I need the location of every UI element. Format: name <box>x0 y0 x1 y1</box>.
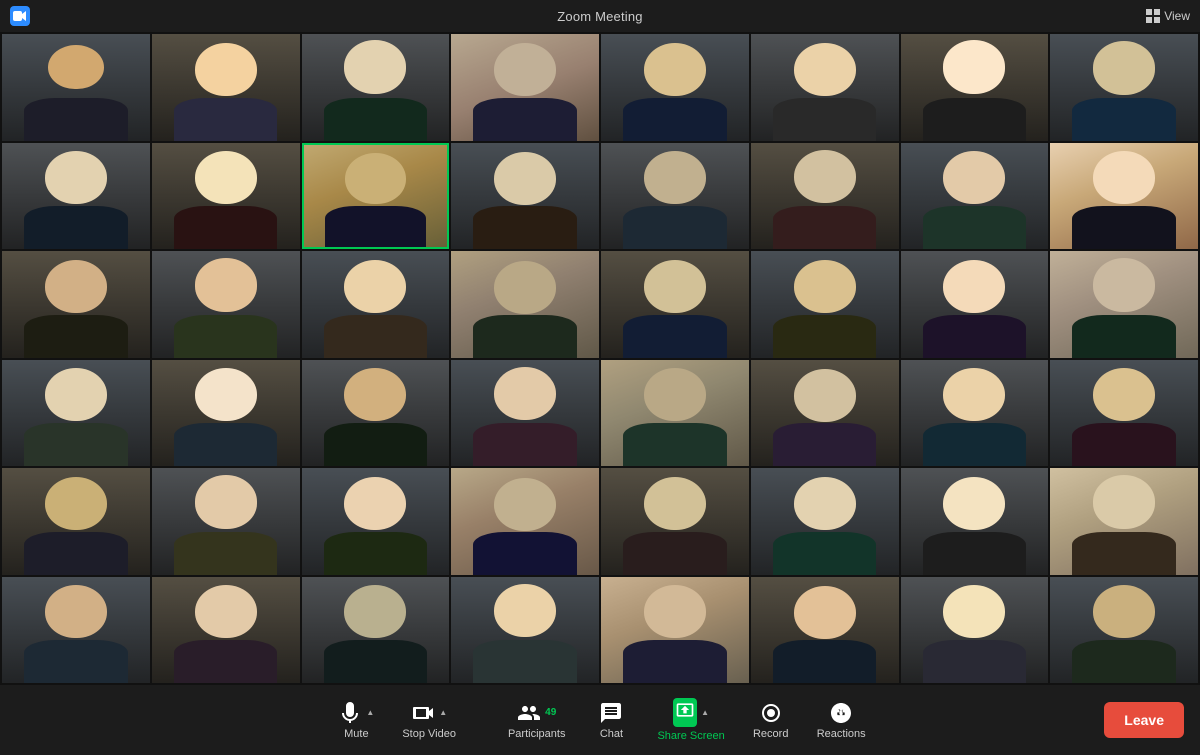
video-cell[interactable] <box>451 251 599 358</box>
stop-video-icon-wrap: ▲ <box>411 701 447 725</box>
video-cell[interactable] <box>302 34 450 141</box>
video-cell[interactable] <box>451 34 599 141</box>
stop-video-label: Stop Video <box>402 728 456 740</box>
video-cell[interactable] <box>302 577 450 684</box>
video-cell[interactable] <box>451 360 599 467</box>
video-cell[interactable] <box>601 577 749 684</box>
toolbar: ▲ Mute ▲ Stop Video 49 Participants <box>0 685 1200 755</box>
video-cell[interactable] <box>152 577 300 684</box>
meeting-title: Zoom Meeting <box>557 9 643 24</box>
video-cell[interactable] <box>2 577 150 684</box>
video-cell[interactable] <box>751 468 899 575</box>
chat-icon <box>599 701 623 725</box>
video-cell[interactable] <box>1050 251 1198 358</box>
video-cell[interactable] <box>751 577 899 684</box>
share-screen-button[interactable]: ▲ Share Screen <box>649 690 732 750</box>
participants-count: 49 <box>545 707 556 718</box>
participants-label: Participants <box>508 728 565 740</box>
record-label: Record <box>753 728 788 740</box>
video-cell[interactable] <box>751 34 899 141</box>
video-grid <box>0 32 1200 685</box>
reactions-label: Reactions <box>817 728 866 740</box>
video-cell[interactable] <box>751 360 899 467</box>
video-cell[interactable] <box>601 468 749 575</box>
view-button[interactable]: View <box>1146 9 1190 23</box>
video-cell[interactable] <box>1050 360 1198 467</box>
video-cell[interactable] <box>2 251 150 358</box>
stop-video-caret-icon: ▲ <box>439 708 447 717</box>
titlebar: Zoom Meeting View <box>0 0 1200 32</box>
share-screen-icon-wrap: ▲ <box>673 698 709 727</box>
reactions-button[interactable]: Reactions <box>809 690 874 750</box>
microphone-icon <box>338 701 362 725</box>
record-icon <box>759 701 783 725</box>
mute-label: Mute <box>344 728 368 740</box>
video-cell[interactable] <box>901 143 1049 250</box>
video-cell[interactable] <box>2 360 150 467</box>
participants-icon-wrap: 49 <box>517 701 556 725</box>
video-cell[interactable] <box>451 577 599 684</box>
video-cell[interactable] <box>751 143 899 250</box>
zoom-logo-icon <box>10 6 30 26</box>
mute-icon-wrap: ▲ <box>338 701 374 725</box>
video-cell[interactable] <box>451 143 599 250</box>
mute-button[interactable]: ▲ Mute <box>326 690 386 750</box>
mute-caret-icon: ▲ <box>366 708 374 717</box>
share-screen-label: Share Screen <box>657 730 724 742</box>
video-cell[interactable] <box>2 34 150 141</box>
share-screen-icon-bg <box>673 698 697 727</box>
video-cell[interactable] <box>901 468 1049 575</box>
record-button[interactable]: Record <box>741 690 801 750</box>
video-cell[interactable] <box>1050 34 1198 141</box>
video-cell[interactable] <box>152 34 300 141</box>
chat-icon-wrap <box>599 701 623 725</box>
video-cell[interactable] <box>451 468 599 575</box>
chat-label: Chat <box>600 728 623 740</box>
video-cell[interactable] <box>302 251 450 358</box>
participants-button[interactable]: 49 Participants <box>500 690 573 750</box>
video-cell[interactable] <box>901 360 1049 467</box>
video-cell[interactable] <box>302 468 450 575</box>
video-cell[interactable] <box>601 34 749 141</box>
share-screen-caret-icon: ▲ <box>701 708 709 717</box>
video-cell[interactable] <box>1050 143 1198 250</box>
view-label: View <box>1164 9 1190 23</box>
participants-icon <box>517 701 541 725</box>
video-cell[interactable] <box>152 468 300 575</box>
video-cell[interactable] <box>1050 577 1198 684</box>
video-cell[interactable] <box>2 143 150 250</box>
video-cell[interactable] <box>601 251 749 358</box>
chat-button[interactable]: Chat <box>581 690 641 750</box>
video-cell[interactable] <box>901 251 1049 358</box>
reactions-icon <box>829 701 853 725</box>
video-cell[interactable] <box>751 251 899 358</box>
video-cell[interactable] <box>302 360 450 467</box>
reactions-icon-wrap <box>829 701 853 725</box>
video-cell[interactable] <box>152 360 300 467</box>
video-cell[interactable] <box>901 34 1049 141</box>
video-cell[interactable] <box>302 143 450 250</box>
video-cell[interactable] <box>152 251 300 358</box>
video-cell[interactable] <box>152 143 300 250</box>
share-screen-icon <box>675 700 695 720</box>
video-cell[interactable] <box>1050 468 1198 575</box>
stop-video-button[interactable]: ▲ Stop Video <box>394 690 464 750</box>
video-cell[interactable] <box>901 577 1049 684</box>
leave-button[interactable]: Leave <box>1104 702 1184 738</box>
video-cell[interactable] <box>2 468 150 575</box>
record-icon-wrap <box>759 701 783 725</box>
video-cell[interactable] <box>601 360 749 467</box>
camera-icon <box>411 701 435 725</box>
video-cell[interactable] <box>601 143 749 250</box>
